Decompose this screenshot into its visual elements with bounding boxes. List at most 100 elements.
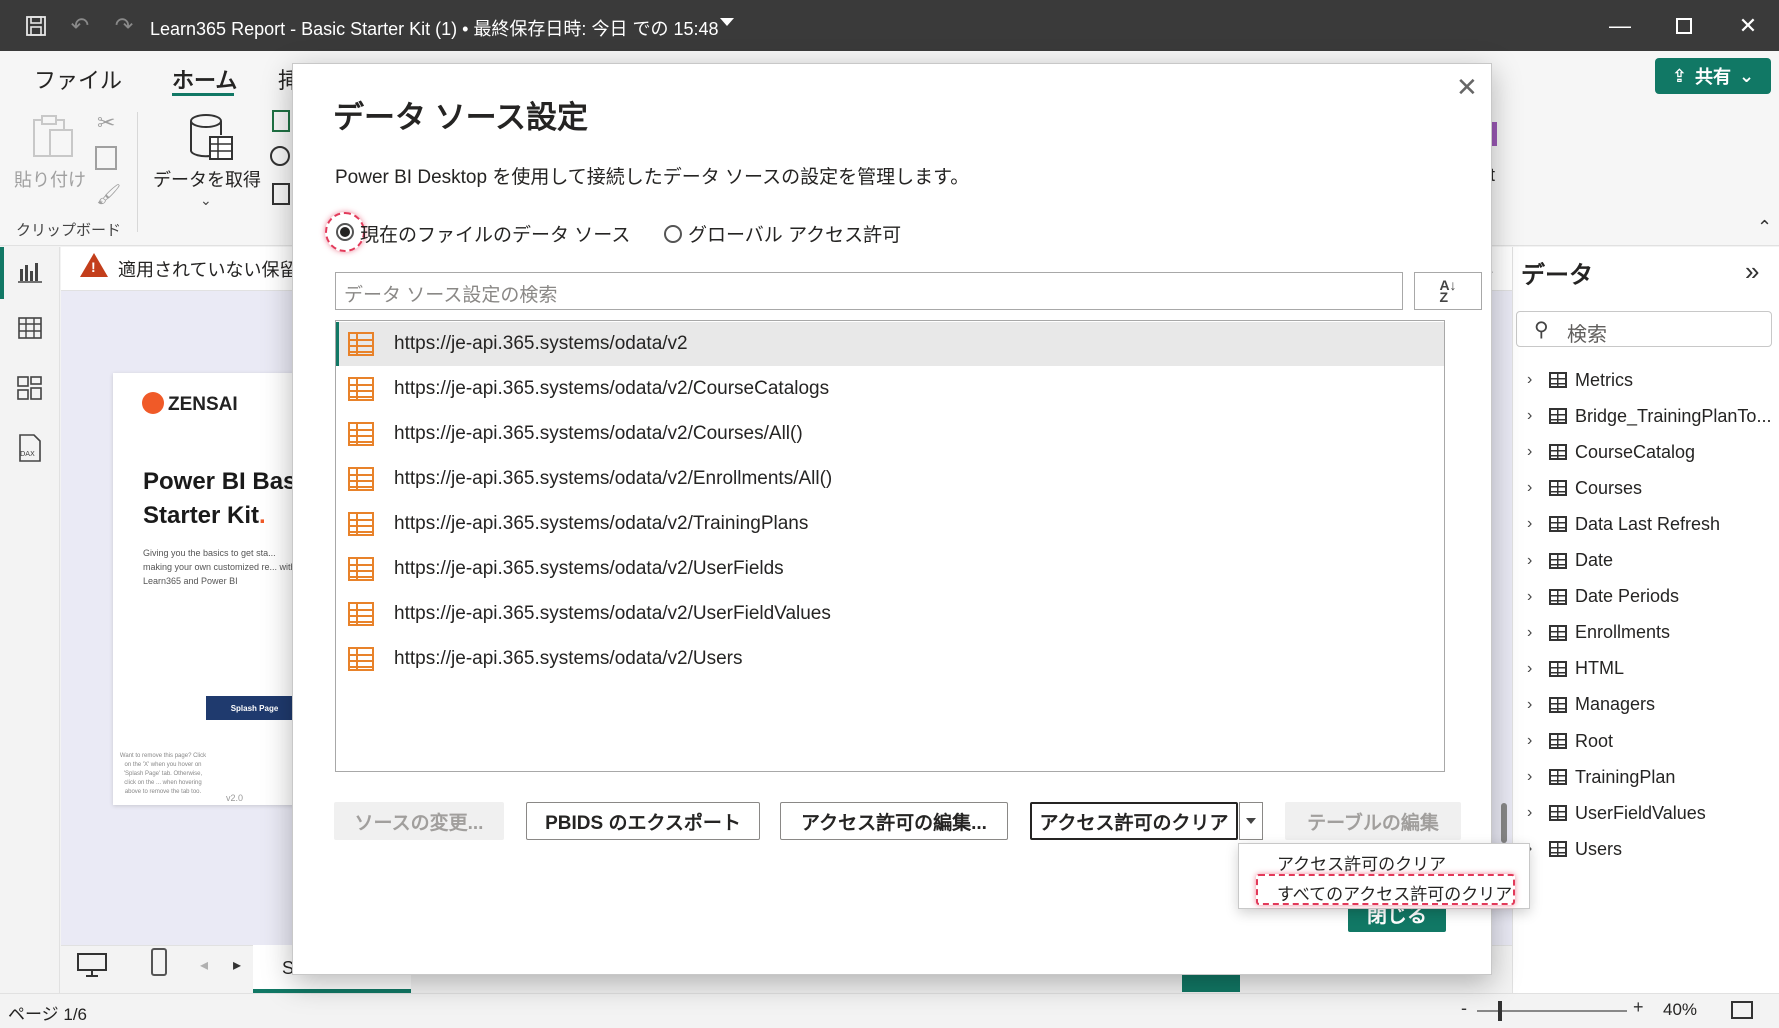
data-pane-item-label: Bridge_TrainingPlanTo... [1575, 405, 1772, 426]
data-pane-item[interactable]: › TrainingPlan [1527, 762, 1675, 792]
export-pbids-button[interactable]: PBIDS のエクスポート [526, 802, 760, 840]
get-data-icon[interactable] [188, 113, 234, 163]
data-pane-item[interactable]: › Enrollments [1527, 618, 1670, 648]
chevron-right-icon[interactable]: › [1527, 660, 1545, 678]
undo-icon[interactable]: ↶ [66, 12, 94, 40]
radio-global-permissions-label[interactable]: グローバル アクセス許可 [688, 220, 901, 247]
table-icon [1549, 516, 1567, 533]
table-icon [1549, 552, 1567, 569]
zoom-level: 40% [1663, 1000, 1698, 1019]
desktop-layout-icon[interactable] [76, 952, 108, 977]
chevron-right-icon[interactable]: › [1527, 804, 1545, 822]
data-pane-item[interactable]: › Managers [1527, 690, 1655, 720]
menu-item-clear-permissions[interactable]: アクセス許可のクリア [1277, 850, 1446, 875]
source-list-item[interactable]: https://je-api.365.systems/odata/v2 [336, 322, 1444, 366]
report-page[interactable] [113, 373, 303, 805]
next-page-icon[interactable]: ▸ [233, 955, 241, 975]
maximize-button[interactable] [1654, 0, 1714, 51]
source-list-item[interactable]: https://je-api.365.systems/odata/v2/Trai… [336, 502, 1444, 546]
excel-icon[interactable] [272, 110, 290, 132]
clear-permissions-button[interactable]: アクセス許可のクリア [1030, 802, 1238, 840]
sort-button[interactable]: A↓ Z [1414, 272, 1482, 310]
chevron-right-icon[interactable]: › [1527, 552, 1545, 570]
zoom-out-button[interactable]: - [1461, 998, 1467, 1019]
radio-global-permissions[interactable] [664, 225, 682, 243]
chevron-right-icon[interactable]: › [1527, 407, 1545, 425]
zoom-slider-thumb[interactable] [1497, 1001, 1502, 1021]
redo-icon[interactable]: ↷ [110, 12, 138, 40]
source-list-item[interactable]: https://je-api.365.systems/odata/v2/Cour… [336, 412, 1444, 456]
data-pane-item[interactable]: › Bridge_TrainingPlanTo... [1527, 401, 1771, 431]
change-source-button[interactable]: ソースの変更... [334, 802, 504, 840]
cut-icon[interactable]: ✂ [97, 110, 115, 136]
source-list-item[interactable]: https://je-api.365.systems/odata/v2/Cour… [336, 367, 1444, 411]
data-pane-item[interactable]: › Metrics [1527, 365, 1633, 395]
table-icon [1549, 480, 1567, 497]
sql-icon[interactable] [272, 183, 290, 205]
data-pane-item-label: Managers [1575, 694, 1656, 715]
data-pane-item[interactable]: › Date [1527, 546, 1613, 576]
mobile-layout-icon[interactable] [151, 948, 167, 976]
source-url: https://je-api.365.systems/odata/v2/User… [394, 558, 784, 579]
radio-current-file[interactable] [336, 223, 354, 241]
radio-current-file-label[interactable]: 現在のファイルのデータ ソース [360, 220, 630, 247]
data-pane-item[interactable]: ›Users [1527, 834, 1622, 864]
chevron-right-icon[interactable]: › [1527, 624, 1545, 642]
edit-permissions-button[interactable]: アクセス許可の編集... [780, 802, 1008, 840]
minimize-button[interactable]: — [1590, 0, 1650, 51]
share-button[interactable]: ⇪ 共有 ⌄ [1655, 58, 1771, 94]
chevron-down-icon[interactable]: ⌄ [200, 192, 212, 209]
chevron-right-icon[interactable]: › [1527, 443, 1545, 461]
data-pane-item[interactable]: › Courses [1527, 473, 1642, 503]
get-data-label[interactable]: データを取得 [153, 166, 261, 192]
data-pane-item[interactable]: › Root [1527, 726, 1613, 756]
menu-item-clear-all-permissions[interactable]: すべてのアクセス許可のクリア [1277, 880, 1512, 905]
dax-query-view-icon[interactable]: DAX [14, 432, 46, 464]
chevron-right-icon[interactable]: › [1527, 479, 1545, 497]
zoom-in-button[interactable]: + [1633, 997, 1644, 1018]
chevron-right-icon[interactable]: › [1527, 768, 1545, 786]
clear-permissions-dropdown-icon[interactable] [1239, 802, 1263, 840]
report-view-icon[interactable] [14, 256, 46, 288]
copy-icon[interactable] [95, 146, 117, 170]
splash-page-button[interactable]: Splash Page [206, 696, 303, 720]
search-icon: ⚲ [1534, 319, 1549, 341]
paste-icon[interactable] [28, 112, 78, 160]
data-pane-item[interactable]: › UserFieldValues [1527, 798, 1706, 828]
title-dropdown-icon[interactable] [720, 18, 734, 26]
data-pane-item[interactable]: › Date Periods [1527, 582, 1679, 612]
vertical-scrollbar[interactable] [1501, 803, 1507, 843]
edit-tables-button[interactable]: テーブルの編集 [1285, 802, 1461, 840]
collapse-pane-icon[interactable]: » [1745, 256, 1759, 287]
data-pane-item[interactable]: › Data Last Refresh [1527, 509, 1720, 539]
chevron-right-icon[interactable]: › [1527, 515, 1545, 533]
source-list-item[interactable]: https://je-api.365.systems/odata/v2/User… [336, 592, 1444, 636]
calendar-table-icon [1549, 588, 1567, 605]
model-view-icon[interactable] [14, 372, 46, 404]
save-icon[interactable] [22, 12, 50, 40]
chevron-right-icon[interactable]: › [1527, 588, 1545, 606]
tab-home[interactable]: ホーム [172, 63, 237, 95]
close-window-button[interactable]: ✕ [1718, 0, 1778, 51]
source-list-item[interactable]: https://je-api.365.systems/odata/v2/Enro… [336, 457, 1444, 501]
source-list-item[interactable]: https://je-api.365.systems/odata/v2/User… [336, 637, 1444, 681]
data-pane-item[interactable]: › CourseCatalog [1527, 437, 1695, 467]
chevron-right-icon[interactable]: › [1527, 371, 1545, 389]
table-icon [1549, 408, 1567, 425]
clipboard-group-label: クリップボード [16, 222, 122, 239]
prev-page-icon[interactable]: ◂ [200, 955, 208, 975]
chevron-right-icon[interactable]: › [1527, 696, 1545, 714]
collapse-ribbon-icon[interactable]: ⌃ [1757, 217, 1772, 238]
data-pane-item-label: TrainingPlan [1575, 766, 1676, 787]
source-list-item[interactable]: https://je-api.365.systems/odata/v2/User… [336, 547, 1444, 591]
format-painter-icon[interactable]: 🖌 [96, 182, 121, 207]
odata-table-icon [348, 377, 374, 401]
data-pane-item[interactable]: › HTML [1527, 654, 1624, 684]
data-search-input[interactable] [1516, 311, 1772, 347]
tab-file[interactable]: ファイル [34, 63, 122, 95]
dialog-close-icon[interactable]: ✕ [1456, 72, 1478, 103]
chevron-right-icon[interactable]: › [1527, 732, 1545, 750]
fit-to-page-icon[interactable] [1731, 1001, 1753, 1019]
onelake-icon[interactable] [270, 146, 290, 166]
table-view-icon[interactable] [14, 312, 46, 344]
